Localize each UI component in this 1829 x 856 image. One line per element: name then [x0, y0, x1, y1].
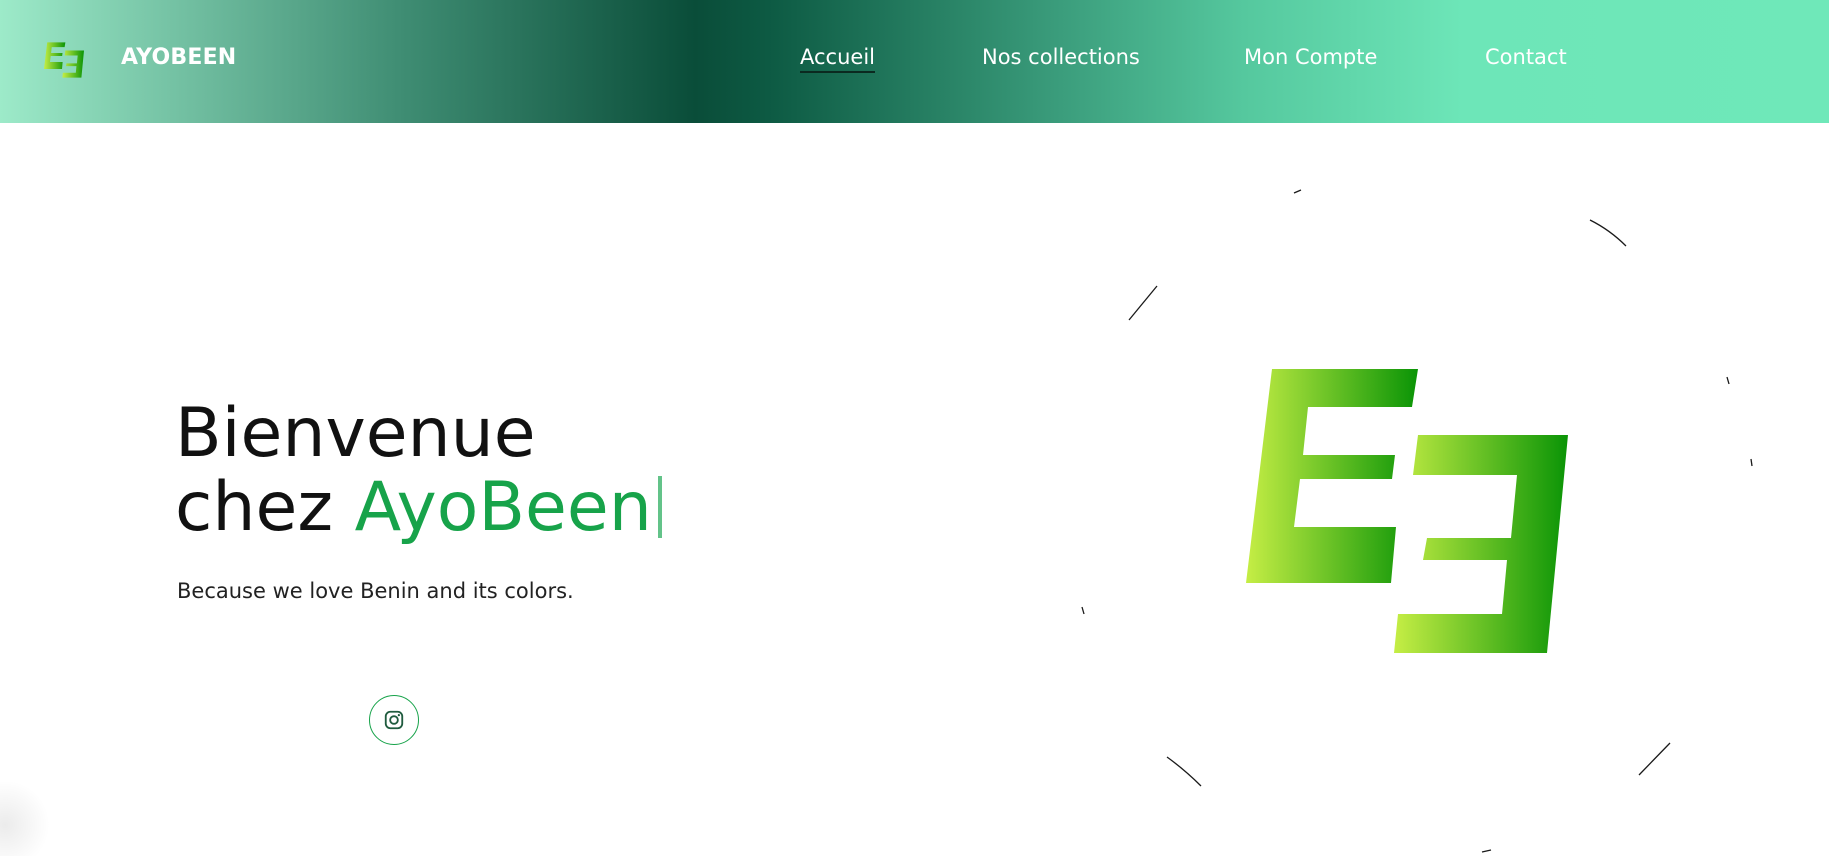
stroke-mark: [1750, 458, 1753, 467]
stroke-mark: [1293, 189, 1302, 194]
instagram-button[interactable]: [369, 695, 419, 745]
nav-link-nos-collections[interactable]: Nos collections: [982, 45, 1140, 69]
typing-caret: [657, 476, 662, 538]
hero-title-line1: Bienvenue: [175, 394, 536, 473]
stroke-mark: [1726, 376, 1730, 385]
stroke-mark: [1589, 219, 1627, 247]
hero-title: Bienvenue chez AyoBeen: [175, 397, 662, 545]
stroke-mark: [1638, 742, 1671, 776]
stroke-mark: [1081, 606, 1085, 615]
corner-shadow: [0, 780, 50, 856]
site-header: AYOBEEN Accueil Nos collections Mon Comp…: [0, 0, 1829, 123]
hero-title-accent: AyoBeen: [354, 468, 652, 547]
hero-logo-image: [1246, 369, 1568, 653]
brand-name[interactable]: AYOBEEN: [121, 45, 236, 70]
nav-link-accueil[interactable]: Accueil: [800, 45, 875, 73]
stroke-mark: [1128, 285, 1158, 321]
hero-subtitle: Because we love Benin and its colors.: [177, 579, 574, 603]
brand-logo-icon[interactable]: [44, 40, 84, 80]
stroke-mark: [1481, 849, 1492, 853]
hero-title-line2: chez AyoBeen: [175, 471, 662, 545]
nav-link-contact[interactable]: Contact: [1485, 45, 1567, 69]
hero-title-prefix: chez: [175, 468, 334, 547]
stroke-mark: [1166, 756, 1202, 787]
nav-link-mon-compte[interactable]: Mon Compte: [1244, 45, 1377, 69]
instagram-icon: [384, 710, 404, 730]
